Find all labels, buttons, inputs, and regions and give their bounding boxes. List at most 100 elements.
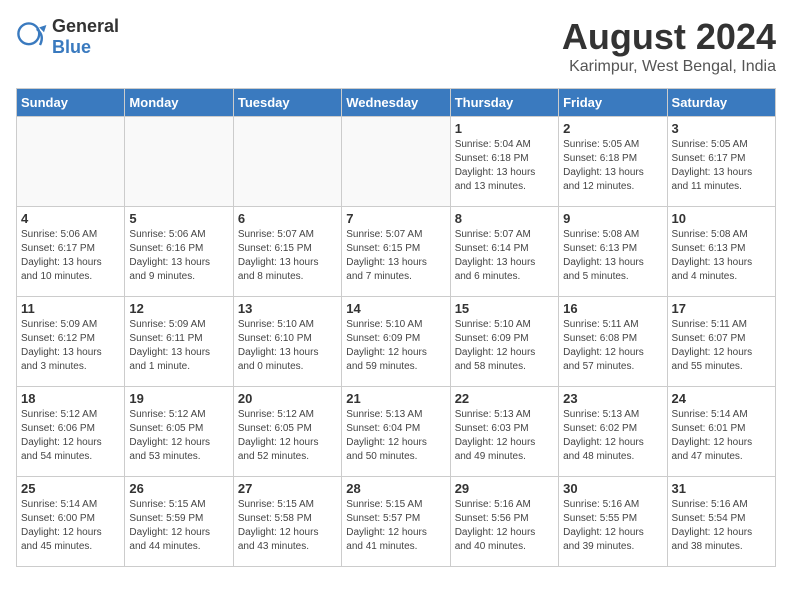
calendar-cell: 17Sunrise: 5:11 AM Sunset: 6:07 PM Dayli… <box>667 297 775 387</box>
day-number: 14 <box>346 301 445 316</box>
day-info: Sunrise: 5:06 AM Sunset: 6:17 PM Dayligh… <box>21 228 120 284</box>
calendar-cell: 12 Sunrise: 5:09 AM Sunset: 6:11 PM Dayli… <box>125 297 233 387</box>
day-number: 31 <box>672 481 771 496</box>
day-number: 6 <box>238 211 337 226</box>
calendar-cell: 20Sunrise: 5:12 AM Sunset: 6:05 PM Dayli… <box>233 387 341 477</box>
day-info: Sunrise: 5:16 AM Sunset: 5:54 PM Dayligh… <box>672 498 771 554</box>
logo-text: General Blue <box>52 16 119 58</box>
day-number: 21 <box>346 391 445 406</box>
day-info: Sunrise: 5:06 AM Sunset: 6:16 PM Dayligh… <box>129 228 228 284</box>
calendar-cell: 28 Sunrise: 5:15 AM Sunset: 5:57 PM Dayli… <box>342 477 450 567</box>
day-info: Sunrise: 5:07 AM Sunset: 6:14 PM Dayligh… <box>455 228 554 284</box>
column-header-monday: Monday <box>125 89 233 117</box>
calendar-cell: 19Sunrise: 5:12 AM Sunset: 6:05 PM Dayli… <box>125 387 233 477</box>
column-header-thursday: Thursday <box>450 89 558 117</box>
day-number: 5 <box>129 211 228 226</box>
day-info: Sunrise: 5:14 AM Sunset: 6:01 PM Dayligh… <box>672 408 771 464</box>
calendar-cell: 29 Sunrise: 5:16 AM Sunset: 5:56 PM Dayli… <box>450 477 558 567</box>
column-header-sunday: Sunday <box>17 89 125 117</box>
day-number: 1 <box>455 121 554 136</box>
column-header-tuesday: Tuesday <box>233 89 341 117</box>
day-info: Sunrise: 5:10 AM Sunset: 6:09 PM Dayligh… <box>346 318 445 374</box>
day-info: Sunrise: 5:09 AM Sunset: 6:12 PM Dayligh… <box>21 318 120 374</box>
day-info: Sunrise: 5:15 AM Sunset: 5:58 PM Dayligh… <box>238 498 337 554</box>
calendar-cell: 7Sunrise: 5:07 AM Sunset: 6:15 PM Daylig… <box>342 207 450 297</box>
day-number: 12 <box>129 301 228 316</box>
day-number: 15 <box>455 301 554 316</box>
calendar-cell: 6 Sunrise: 5:07 AM Sunset: 6:15 PM Daylig… <box>233 207 341 297</box>
column-header-friday: Friday <box>559 89 667 117</box>
day-info: Sunrise: 5:13 AM Sunset: 6:02 PM Dayligh… <box>563 408 662 464</box>
calendar-cell <box>342 117 450 207</box>
calendar-week-5: 25 Sunrise: 5:14 AM Sunset: 6:00 PM Dayli… <box>17 477 776 567</box>
calendar-week-1: 1 Sunrise: 5:04 AM Sunset: 6:18 PM Daylig… <box>17 117 776 207</box>
calendar-cell: 14 Sunrise: 5:10 AM Sunset: 6:09 PM Dayli… <box>342 297 450 387</box>
calendar-cell: 23 Sunrise: 5:13 AM Sunset: 6:02 PM Dayli… <box>559 387 667 477</box>
calendar-cell <box>233 117 341 207</box>
calendar-table: SundayMondayTuesdayWednesdayThursdayFrid… <box>16 88 776 567</box>
calendar-week-4: 18 Sunrise: 5:12 AM Sunset: 6:06 PM Dayli… <box>17 387 776 477</box>
day-number: 30 <box>563 481 662 496</box>
day-info: Sunrise: 5:07 AM Sunset: 6:15 PM Dayligh… <box>238 228 337 284</box>
calendar-cell: 21 Sunrise: 5:13 AM Sunset: 6:04 PM Dayli… <box>342 387 450 477</box>
day-info: Sunrise: 5:10 AM Sunset: 6:10 PM Dayligh… <box>238 318 337 374</box>
calendar-cell: 9 Sunrise: 5:08 AM Sunset: 6:13 PM Daylig… <box>559 207 667 297</box>
day-number: 23 <box>563 391 662 406</box>
day-number: 2 <box>563 121 662 136</box>
month-title: August 2024 <box>562 16 776 58</box>
day-info: Sunrise: 5:04 AM Sunset: 6:18 PM Dayligh… <box>455 138 554 194</box>
calendar-cell: 25 Sunrise: 5:14 AM Sunset: 6:00 PM Dayli… <box>17 477 125 567</box>
day-info: Sunrise: 5:15 AM Sunset: 5:59 PM Dayligh… <box>129 498 228 554</box>
logo: General Blue <box>16 16 119 58</box>
day-info: Sunrise: 5:12 AM Sunset: 6:06 PM Dayligh… <box>21 408 120 464</box>
day-number: 10 <box>672 211 771 226</box>
calendar-cell: 15 Sunrise: 5:10 AM Sunset: 6:09 PM Dayli… <box>450 297 558 387</box>
day-info: Sunrise: 5:16 AM Sunset: 5:56 PM Dayligh… <box>455 498 554 554</box>
calendar-header-row: SundayMondayTuesdayWednesdayThursdayFrid… <box>17 89 776 117</box>
location: Karimpur, West Bengal, India <box>562 58 776 76</box>
day-number: 9 <box>563 211 662 226</box>
day-number: 29 <box>455 481 554 496</box>
day-number: 19 <box>129 391 228 406</box>
day-info: Sunrise: 5:08 AM Sunset: 6:13 PM Dayligh… <box>563 228 662 284</box>
logo-blue-text: Blue <box>52 37 119 58</box>
calendar-cell: 1 Sunrise: 5:04 AM Sunset: 6:18 PM Daylig… <box>450 117 558 207</box>
day-info: Sunrise: 5:13 AM Sunset: 6:03 PM Dayligh… <box>455 408 554 464</box>
title-area: August 2024 Karimpur, West Bengal, India <box>562 16 776 76</box>
day-number: 11 <box>21 301 120 316</box>
day-number: 28 <box>346 481 445 496</box>
day-info: Sunrise: 5:08 AM Sunset: 6:13 PM Dayligh… <box>672 228 771 284</box>
logo-icon <box>16 21 48 53</box>
calendar-cell <box>17 117 125 207</box>
day-number: 24 <box>672 391 771 406</box>
day-info: Sunrise: 5:13 AM Sunset: 6:04 PM Dayligh… <box>346 408 445 464</box>
calendar-cell: 8Sunrise: 5:07 AM Sunset: 6:14 PM Daylig… <box>450 207 558 297</box>
calendar-cell: 16Sunrise: 5:11 AM Sunset: 6:08 PM Dayli… <box>559 297 667 387</box>
calendar-cell: 4Sunrise: 5:06 AM Sunset: 6:17 PM Daylig… <box>17 207 125 297</box>
day-number: 17 <box>672 301 771 316</box>
calendar-cell: 13Sunrise: 5:10 AM Sunset: 6:10 PM Dayli… <box>233 297 341 387</box>
column-header-saturday: Saturday <box>667 89 775 117</box>
day-number: 27 <box>238 481 337 496</box>
day-number: 25 <box>21 481 120 496</box>
calendar-cell: 22 Sunrise: 5:13 AM Sunset: 6:03 PM Dayli… <box>450 387 558 477</box>
calendar-cell: 30Sunrise: 5:16 AM Sunset: 5:55 PM Dayli… <box>559 477 667 567</box>
calendar-cell: 27 Sunrise: 5:15 AM Sunset: 5:58 PM Dayli… <box>233 477 341 567</box>
column-header-wednesday: Wednesday <box>342 89 450 117</box>
day-info: Sunrise: 5:14 AM Sunset: 6:00 PM Dayligh… <box>21 498 120 554</box>
calendar-week-3: 11 Sunrise: 5:09 AM Sunset: 6:12 PM Dayli… <box>17 297 776 387</box>
calendar-cell: 24 Sunrise: 5:14 AM Sunset: 6:01 PM Dayli… <box>667 387 775 477</box>
day-number: 3 <box>672 121 771 136</box>
day-info: Sunrise: 5:10 AM Sunset: 6:09 PM Dayligh… <box>455 318 554 374</box>
calendar-cell <box>125 117 233 207</box>
page-header: General Blue August 2024 Karimpur, West … <box>16 16 776 76</box>
day-number: 18 <box>21 391 120 406</box>
day-number: 7 <box>346 211 445 226</box>
calendar-cell: 2Sunrise: 5:05 AM Sunset: 6:18 PM Daylig… <box>559 117 667 207</box>
calendar-cell: 31 Sunrise: 5:16 AM Sunset: 5:54 PM Dayli… <box>667 477 775 567</box>
calendar-cell: 10 Sunrise: 5:08 AM Sunset: 6:13 PM Dayli… <box>667 207 775 297</box>
day-number: 22 <box>455 391 554 406</box>
day-info: Sunrise: 5:15 AM Sunset: 5:57 PM Dayligh… <box>346 498 445 554</box>
day-info: Sunrise: 5:09 AM Sunset: 6:11 PM Dayligh… <box>129 318 228 374</box>
day-info: Sunrise: 5:12 AM Sunset: 6:05 PM Dayligh… <box>238 408 337 464</box>
